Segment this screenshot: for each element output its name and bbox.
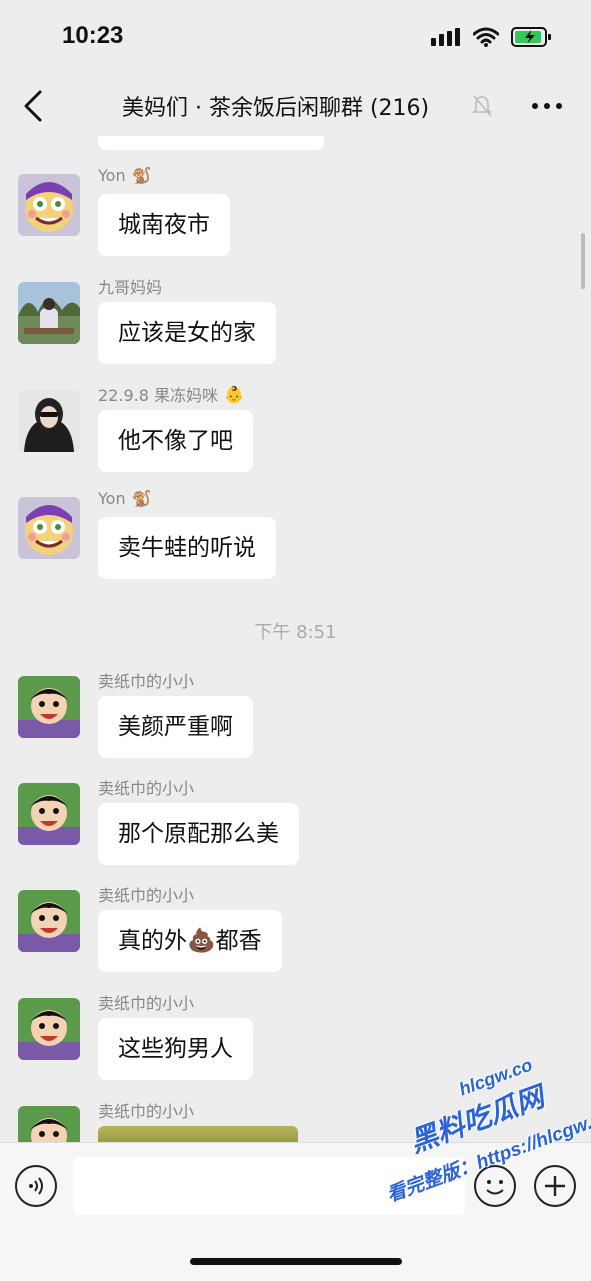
baby-emoji-icon: 👶 xyxy=(223,384,244,404)
avatar[interactable] xyxy=(18,783,80,845)
more-actions-button[interactable] xyxy=(534,1165,576,1207)
status-bar: 10:23 xyxy=(0,0,591,78)
sender-name: Yon 🐒 xyxy=(98,489,152,508)
monkey-emoji-icon: 🐒 xyxy=(131,166,152,185)
more-options-button[interactable] xyxy=(530,94,564,118)
message-bubble[interactable]: 卖牛蛙的听说 xyxy=(98,517,276,579)
message-bubble[interactable]: 城南夜市 xyxy=(98,194,230,256)
avatar[interactable] xyxy=(18,998,80,1060)
sender-name: 卖纸巾的小小 xyxy=(98,672,195,691)
image-message-thumbnail[interactable] xyxy=(98,1126,298,1142)
sender-name: Yon 🐒 xyxy=(98,166,152,185)
status-time: 10:23 xyxy=(62,22,124,49)
previous-message-bubble xyxy=(98,136,324,150)
time-separator: 下午 8:51 xyxy=(254,622,337,643)
plus-icon xyxy=(545,1176,565,1196)
more-dots-icon xyxy=(532,103,562,109)
mute-bell-icon xyxy=(472,95,492,117)
sender-name: 卖纸巾的小小 xyxy=(98,886,195,905)
sender-name: 九哥妈妈 xyxy=(98,278,163,297)
avatar[interactable] xyxy=(18,1106,80,1142)
message-bubble[interactable]: 美颜严重啊 xyxy=(98,696,253,758)
avatar[interactable] xyxy=(18,890,80,952)
avatar[interactable] xyxy=(18,390,80,452)
home-indicator xyxy=(190,1258,402,1265)
message-bubble[interactable]: 应该是女的家 xyxy=(98,302,276,364)
chat-message-list[interactable]: Yon 🐒 城南夜市 九哥妈妈 应该是女的家 22.9.8 果冻妈咪 👶 他不像… xyxy=(0,136,591,1142)
chevron-left-icon xyxy=(24,90,42,122)
message-bubble[interactable]: 他不像了吧 xyxy=(98,410,253,472)
avatar[interactable] xyxy=(18,676,80,738)
voice-icon xyxy=(29,1177,43,1195)
avatar[interactable] xyxy=(18,174,80,236)
status-icons xyxy=(431,26,553,48)
message-bubble[interactable]: 这些狗男人 xyxy=(98,1018,253,1080)
chat-title: 美妈们 · 茶余饭后闲聊群 (216) xyxy=(122,96,430,121)
sender-name: 卖纸巾的小小 xyxy=(98,1102,195,1121)
sender-name: 22.9.8 果冻妈咪 👶 xyxy=(98,384,244,406)
avatar[interactable] xyxy=(18,497,80,559)
back-button[interactable] xyxy=(20,88,50,124)
voice-input-button[interactable] xyxy=(15,1165,57,1207)
battery-charging-icon xyxy=(511,27,551,47)
message-bubble[interactable]: 真的外💩都香 xyxy=(98,910,282,972)
sender-name: 卖纸巾的小小 xyxy=(98,779,195,798)
message-bubble[interactable]: 那个原配那么美 xyxy=(98,803,299,865)
cellular-signal-icon xyxy=(431,28,460,46)
scrollbar[interactable] xyxy=(581,233,585,289)
wifi-icon xyxy=(473,27,499,47)
avatar[interactable] xyxy=(18,282,80,344)
monkey-emoji-icon: 🐒 xyxy=(131,489,152,508)
chat-header: 美妈们 · 茶余饭后闲聊群 (216) xyxy=(0,78,591,136)
sender-name: 卖纸巾的小小 xyxy=(98,994,195,1013)
